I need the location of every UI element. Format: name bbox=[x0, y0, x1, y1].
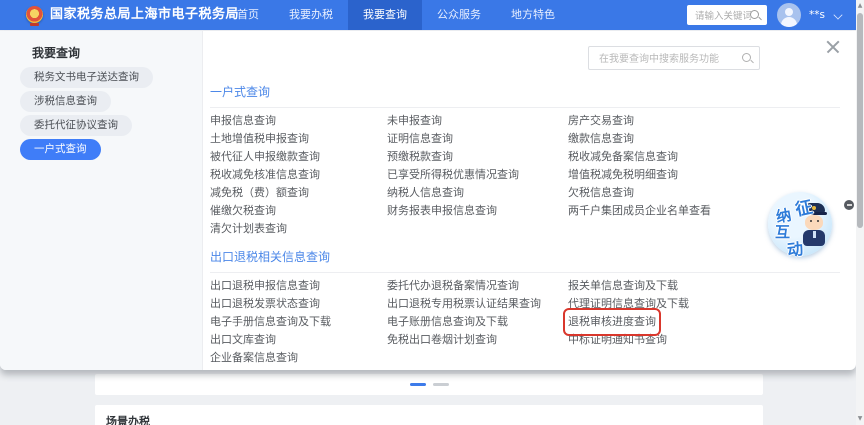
section-column: 未申报查询 证明信息查询 预缴税款查询 已享受所得税优惠情况查询 纳税人信息查询 财务报表… bbox=[387, 112, 568, 220]
scroll-up-icon[interactable]: ▲ bbox=[856, 1, 864, 11]
site-title: 国家税务总局上海市电子税务局 bbox=[50, 7, 240, 22]
service-link[interactable]: 代理证明信息查询及下载 bbox=[568, 295, 689, 313]
sidebar-items: 税务文书电子送达查询 涉税信息查询 委托代征协议查询 一户式查询 bbox=[20, 67, 153, 163]
section-divider bbox=[210, 107, 840, 108]
section-column: 报关单信息查询及下载 代理证明信息查询及下载 退税审核进度查询 中标证明通知书查询 bbox=[563, 277, 840, 349]
sidebar-title: 我要查询 bbox=[32, 46, 81, 60]
service-link[interactable]: 两千户集团成员企业名单查看 bbox=[568, 202, 711, 220]
sidebar-item[interactable]: 涉税信息查询 bbox=[20, 91, 111, 112]
service-link[interactable]: 已享受所得税优惠情况查询 bbox=[387, 166, 519, 184]
nav-item[interactable]: 我要查询 bbox=[348, 0, 422, 30]
service-link[interactable]: 出口退税申报信息查询 bbox=[210, 277, 320, 295]
service-link[interactable]: 欠税信息查询 bbox=[568, 184, 634, 202]
service-link[interactable]: 申报信息查询 bbox=[210, 112, 276, 130]
service-link[interactable]: 增值税减免税明细查询 bbox=[568, 166, 678, 184]
section-columns: 申报信息查询 土地增值税申报查询 被代征人申报缴款查询 税收减免核准信息查询 减免税（费… bbox=[210, 112, 848, 238]
section-column: 出口退税申报信息查询 出口退税发票状态查询 电子手册信息查询及下载 出口文库查询 企业备… bbox=[210, 277, 387, 367]
nav-item[interactable]: 地方特色 bbox=[496, 0, 570, 30]
section-divider bbox=[210, 272, 840, 273]
service-link[interactable]: 出口退税专用税票认证结果查询 bbox=[387, 295, 541, 313]
badge-char: 动 bbox=[786, 239, 805, 260]
nav-item[interactable]: 首页 bbox=[222, 0, 274, 30]
section-column: 委托代办退税备案情况查询 出口退税专用税票认证结果查询 电子账册信息查询及下载 免税出… bbox=[387, 277, 568, 349]
service-link[interactable]: 清欠计划表查询 bbox=[210, 220, 287, 238]
service-link[interactable]: 出口文库查询 bbox=[210, 331, 276, 349]
service-link[interactable]: 电子账册信息查询及下载 bbox=[387, 313, 508, 331]
nav-item[interactable]: 公众服务 bbox=[422, 0, 496, 30]
sidebar-item[interactable]: 一户式查询 bbox=[20, 139, 101, 160]
service-link[interactable]: 税收减免备案信息查询 bbox=[568, 148, 678, 166]
service-section: 一户式查询申报信息查询 土地增值税申报查询 被代征人申报缴款查询 税收减免核准信息查询… bbox=[210, 83, 848, 238]
zhengna-interaction-badge[interactable]: 征纳互动 bbox=[768, 192, 832, 260]
close-icon[interactable] bbox=[826, 40, 840, 54]
header-search-input[interactable] bbox=[693, 5, 753, 27]
main-nav: 首页 我要办税 我要查询 公众服务 地方特色 bbox=[222, 0, 570, 30]
user-name[interactable]: **s bbox=[809, 0, 825, 30]
search-icon[interactable] bbox=[750, 10, 759, 19]
section-column: 申报信息查询 土地增值税申报查询 被代征人申报缴款查询 税收减免核准信息查询 减免税（费… bbox=[210, 112, 387, 238]
header-search-box bbox=[687, 5, 767, 27]
service-link[interactable]: 免税出口卷烟计划查询 bbox=[387, 331, 497, 349]
service-link[interactable]: 出口退税发票状态查询 bbox=[210, 295, 320, 313]
section-title: 一户式查询 bbox=[210, 85, 271, 99]
service-link[interactable]: 税收减免核准信息查询 bbox=[210, 166, 320, 184]
pagination-dash[interactable] bbox=[432, 383, 449, 386]
service-sections: 一户式查询申报信息查询 土地增值税申报查询 被代征人申报缴款查询 税收减免核准信息查询… bbox=[210, 83, 848, 377]
service-link[interactable]: 土地增值税申报查询 bbox=[210, 130, 309, 148]
top-header: 国家税务总局上海市电子税务局 首页我要办税我要查询公众服务地方特色 **s bbox=[0, 0, 864, 30]
panel-search-input[interactable] bbox=[597, 47, 735, 71]
national-emblem-logo-icon bbox=[26, 6, 43, 26]
section-columns: 出口退税申报信息查询 出口退税发票状态查询 电子手册信息查询及下载 出口文库查询 企业备… bbox=[210, 277, 848, 367]
page: 场景办税 国家税务总局上海市电子税务局 首页我要办税我要查询公众服务地方特色 *… bbox=[0, 0, 864, 425]
chevron-down-icon[interactable] bbox=[833, 10, 843, 20]
service-link[interactable]: 纳税人信息查询 bbox=[387, 184, 464, 202]
service-link[interactable]: 报关单信息查询及下载 bbox=[568, 277, 678, 295]
service-section: 出口退税相关信息查询出口退税申报信息查询 出口退税发票状态查询 电子手册信息查询及下… bbox=[210, 248, 848, 367]
service-link[interactable]: 财务报表申报信息查询 bbox=[387, 202, 497, 220]
service-link[interactable]: 中标证明通知书查询 bbox=[568, 331, 667, 349]
pagination-dash[interactable] bbox=[409, 383, 426, 386]
service-link[interactable]: 房产交易查询 bbox=[568, 112, 634, 130]
query-menu-panel: 我要查询 税务文书电子送达查询涉税信息查询委托代征协议查询一户式查询 一户式查询… bbox=[0, 31, 856, 370]
service-link[interactable]: 预缴税款查询 bbox=[387, 148, 453, 166]
sidebar-item[interactable]: 委托代征协议查询 bbox=[20, 115, 132, 136]
service-link[interactable]: 企业备案信息查询 bbox=[210, 349, 298, 367]
service-link[interactable]: 减免税（费）额查询 bbox=[210, 184, 309, 202]
service-link[interactable]: 被代征人申报缴款查询 bbox=[210, 148, 320, 166]
service-link[interactable]: 电子手册信息查询及下载 bbox=[210, 313, 331, 331]
search-icon[interactable] bbox=[742, 53, 751, 62]
service-link[interactable]: 退税审核进度查询 bbox=[563, 308, 661, 336]
badge-close-icon[interactable] bbox=[844, 200, 854, 210]
service-link[interactable]: 未申报查询 bbox=[387, 112, 442, 130]
service-link[interactable]: 委托代办退税备案情况查询 bbox=[387, 277, 519, 295]
next-section-card: 场景办税 bbox=[95, 405, 763, 425]
next-section-title: 场景办税 bbox=[106, 415, 150, 425]
panel-sidebar: 我要查询 税务文书电子送达查询 涉税信息查询 委托代征协议查询 一户式查询 bbox=[0, 31, 203, 370]
service-link[interactable]: 缴款信息查询 bbox=[568, 130, 634, 148]
user-avatar[interactable] bbox=[777, 3, 801, 27]
scrollbar: ▲ ▼ bbox=[856, 0, 864, 425]
panel-search-box bbox=[588, 46, 760, 71]
panel-content: 一户式查询申报信息查询土地增值税申报查询被代征人申报缴款查询税收减免核准信息查询… bbox=[202, 31, 856, 370]
nav-item[interactable]: 我要办税 bbox=[274, 0, 348, 30]
scrollbar-thumb[interactable] bbox=[857, 13, 863, 228]
scroll-down-icon[interactable]: ▼ bbox=[856, 414, 864, 424]
service-link[interactable]: 证明信息查询 bbox=[387, 130, 453, 148]
sidebar-item[interactable]: 税务文书电子送达查询 bbox=[20, 67, 153, 88]
section-title: 出口退税相关信息查询 bbox=[210, 250, 331, 264]
service-link[interactable]: 催缴欠税查询 bbox=[210, 202, 276, 220]
carousel-pagination-card bbox=[95, 374, 763, 395]
